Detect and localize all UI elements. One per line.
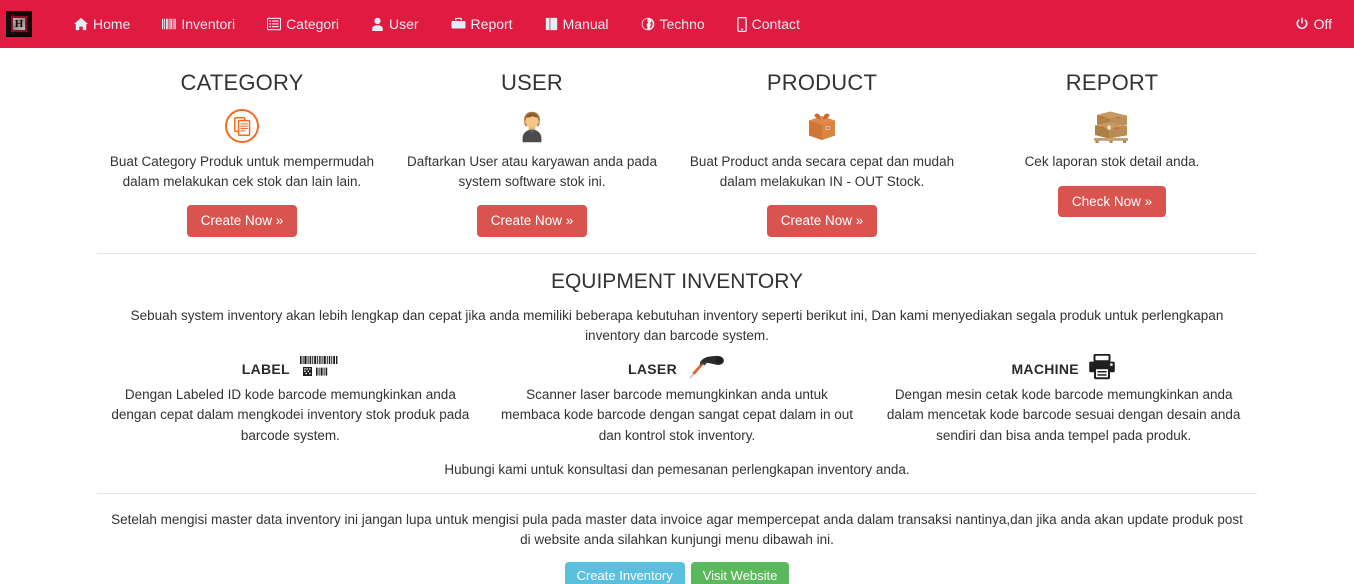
equipment-column-laser: LASER Scanner laser barcode memungkinkan… bbox=[484, 355, 871, 446]
briefcase-icon bbox=[451, 17, 466, 31]
stacked-boxes-pallet-icon bbox=[977, 106, 1247, 146]
nav-label-home: Home bbox=[93, 16, 131, 32]
person-avatar-icon bbox=[397, 106, 667, 146]
equipment-label-machine: MACHINE bbox=[1011, 361, 1079, 378]
card-user: USER Daftarkan User atau karyawan anda p… bbox=[387, 62, 677, 237]
visit-website-button[interactable]: Visit Website bbox=[690, 562, 790, 584]
nav-label-inventori: Inventori bbox=[181, 16, 236, 32]
equipment-head-laser: LASER bbox=[498, 355, 857, 382]
equipment-text-label: Dengan Labeled ID kode barcode memungkin… bbox=[111, 387, 470, 443]
card-text-report: Cek laporan stok detail anda. bbox=[1024, 154, 1200, 169]
card-text-user: Daftarkan User atau karyawan anda pada s… bbox=[407, 154, 657, 189]
equipment-head-label: LABEL bbox=[111, 355, 470, 384]
nav-label-user: User bbox=[388, 16, 419, 32]
package-box-icon bbox=[687, 106, 957, 146]
equipment-column-label: LABEL Dengan Labeled ID kode barcode mem… bbox=[97, 355, 484, 446]
equipment-title: EQUIPMENT INVENTORY bbox=[550, 269, 804, 293]
home-icon bbox=[74, 17, 88, 31]
equipment-label-label: LABEL bbox=[241, 361, 290, 378]
list-alt-icon bbox=[267, 17, 282, 31]
footer-section: Setelah mengisi master data inventory in… bbox=[97, 510, 1257, 584]
equipment-column-machine: MACHINE Dengan mesin cetak kode barcode … bbox=[870, 353, 1257, 446]
card-product: PRODUCT Buat Product anda secara cepat d… bbox=[677, 62, 967, 237]
globe-icon bbox=[641, 17, 655, 31]
nav-item-report[interactable]: Report bbox=[435, 0, 529, 48]
user-icon bbox=[371, 17, 384, 31]
equipment-text-laser: Scanner laser barcode memungkinkan anda … bbox=[501, 387, 853, 443]
card-title-category: CATEGORY bbox=[180, 70, 304, 95]
card-title-report: REPORT bbox=[1065, 70, 1159, 95]
divider-top bbox=[97, 252, 1257, 254]
nav-label-report: Report bbox=[470, 16, 513, 32]
barcode-label-icon bbox=[299, 355, 339, 384]
nav-item-contact[interactable]: Contact bbox=[721, 0, 816, 48]
app-logo-letter: H bbox=[14, 17, 24, 30]
book-icon bbox=[545, 17, 558, 31]
app-logo-inner: H bbox=[11, 16, 27, 32]
card-text-product: Buat Product anda secara cepat dan mudah… bbox=[689, 154, 955, 189]
top-navbar: H Home Inventori Categori User Report Ma… bbox=[0, 0, 1354, 48]
nav-label-contact: Contact bbox=[751, 16, 800, 32]
equipment-label-laser: LASER bbox=[628, 361, 677, 378]
equipment-section: EQUIPMENT INVENTORY Sebuah system invent… bbox=[97, 270, 1257, 477]
nav-item-manual[interactable]: Manual bbox=[529, 0, 625, 48]
page-content: CATEGORY Buat Category Produk untuk memp… bbox=[97, 48, 1257, 584]
nav-item-inventori[interactable]: Inventori bbox=[146, 0, 251, 48]
equipment-columns: LABEL Dengan Labeled ID kode barcode mem… bbox=[97, 353, 1257, 446]
barcode-icon bbox=[162, 17, 177, 31]
mobile-phone-icon bbox=[736, 16, 747, 32]
check-report-button[interactable]: Check Now » bbox=[1057, 185, 1167, 218]
equipment-text-machine: Dengan mesin cetak kode barcode memungki… bbox=[886, 387, 1241, 443]
equipment-lead-text: Sebuah system inventory akan lebih lengk… bbox=[130, 307, 1224, 343]
card-text-category: Buat Category Produk untuk mempermudah d… bbox=[109, 154, 375, 189]
card-category: CATEGORY Buat Category Produk untuk memp… bbox=[97, 62, 387, 237]
nav-menu: Home Inventori Categori User Report Manu… bbox=[58, 0, 816, 48]
nav-item-categori[interactable]: Categori bbox=[251, 0, 355, 48]
logout-label: Off bbox=[1313, 16, 1332, 32]
nav-item-home[interactable]: Home bbox=[58, 0, 146, 48]
card-report: REPORT Cek laporan stok detail anda. Che… bbox=[967, 62, 1257, 237]
power-off-icon bbox=[1295, 17, 1309, 31]
nav-label-manual: Manual bbox=[562, 16, 609, 32]
divider-bottom bbox=[97, 492, 1257, 494]
create-user-button[interactable]: Create Now » bbox=[476, 205, 588, 237]
footer-buttons: Create Inventory Visit Website bbox=[97, 562, 1257, 584]
create-inventory-button[interactable]: Create Inventory bbox=[564, 562, 685, 584]
printer-icon bbox=[1088, 353, 1116, 385]
card-title-user: USER bbox=[501, 70, 563, 95]
nav-right-group: Off bbox=[1289, 0, 1338, 48]
equipment-head-machine: MACHINE bbox=[884, 353, 1243, 385]
create-category-button[interactable]: Create Now » bbox=[186, 205, 298, 237]
app-logo-icon[interactable]: H bbox=[6, 11, 32, 37]
footer-note-text: Setelah mengisi master data inventory in… bbox=[111, 511, 1243, 548]
nav-item-techno[interactable]: Techno bbox=[625, 0, 721, 48]
documents-circle-icon bbox=[107, 106, 377, 146]
equipment-contact-text: Hubungi kami untuk konsultasi dan pemesa… bbox=[444, 461, 910, 477]
logout-button[interactable]: Off bbox=[1289, 0, 1338, 48]
barcode-scanner-gun-icon bbox=[686, 353, 726, 386]
card-title-product: PRODUCT bbox=[766, 70, 878, 95]
nav-item-user[interactable]: User bbox=[355, 0, 435, 48]
nav-label-techno: Techno bbox=[659, 16, 705, 32]
create-product-button[interactable]: Create Now » bbox=[766, 205, 878, 237]
nav-label-categori: Categori bbox=[286, 16, 339, 32]
feature-cards: CATEGORY Buat Category Produk untuk memp… bbox=[97, 62, 1257, 237]
